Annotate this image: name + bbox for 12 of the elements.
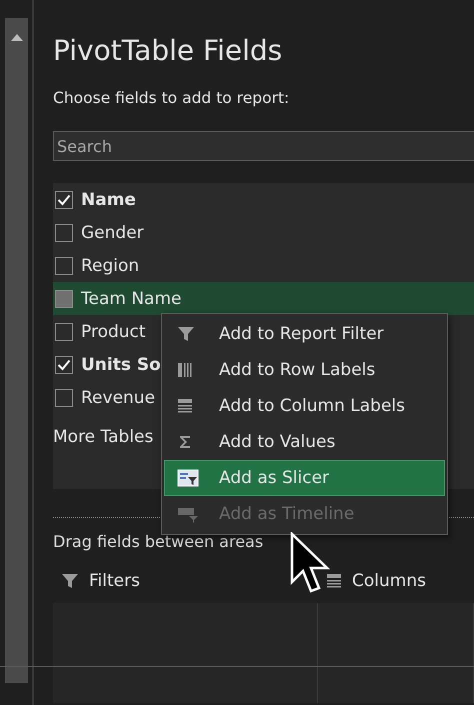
drag-hint: Drag fields between areas [53, 532, 264, 551]
field-label: Team Name [81, 288, 182, 308]
area-label: Columns [352, 571, 426, 591]
field-label: Product [81, 322, 146, 342]
panel-title: PivotTable Fields [53, 34, 284, 67]
field-label: Revenue [81, 388, 156, 408]
field-label: Units So [81, 354, 161, 374]
field-label: Region [81, 256, 140, 276]
field-label: Gender [81, 222, 144, 242]
panel-subtitle: Choose fields to add to report: [53, 89, 290, 107]
area-label: Filters [89, 571, 140, 591]
field-label: Name [81, 190, 136, 210]
